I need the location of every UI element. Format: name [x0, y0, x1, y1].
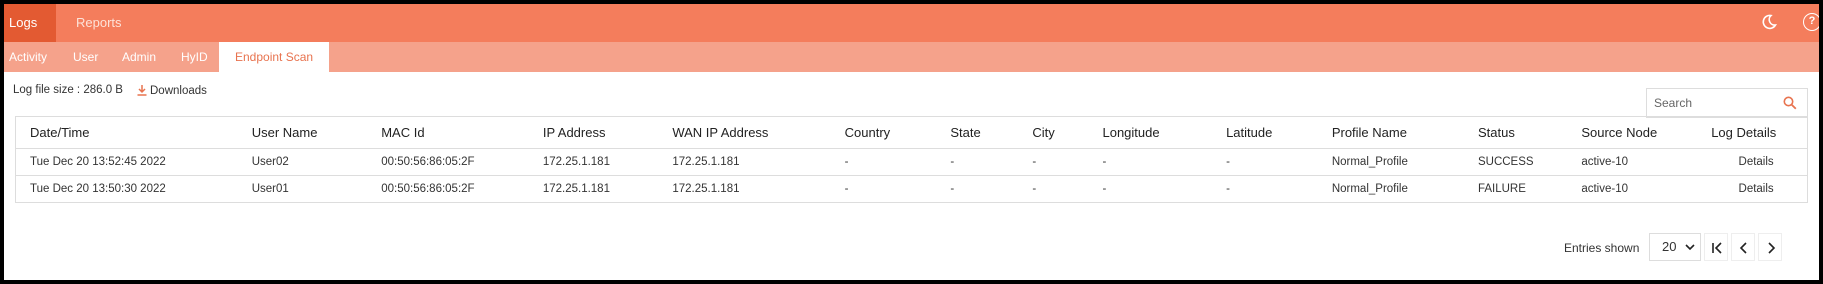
cell-user-name: User01	[237, 175, 368, 203]
cell-longitude: -	[1088, 148, 1213, 176]
table-header-row: Date/Time User Name MAC Id IP Address WA…	[15, 116, 1808, 149]
entries-shown-label: Entries shown	[1564, 241, 1640, 255]
entries-select[interactable]: 20	[1649, 233, 1701, 261]
subtab-endpoint-scan[interactable]: Endpoint Scan	[219, 42, 330, 72]
first-page-icon	[1712, 242, 1722, 254]
cell-mac-id: 00:50:56:86:05:2F	[367, 175, 529, 203]
cell-state: -	[936, 148, 1019, 176]
top-nav-bar: Logs Reports ?	[4, 4, 1819, 42]
cell-source-node: active-10	[1567, 175, 1706, 203]
cell-city: -	[1018, 175, 1089, 203]
app-frame: Logs Reports ? Activity User Admin HyID …	[4, 4, 1819, 280]
sub-nav-bar: Activity User Admin HyID Endpoint Scan	[4, 42, 1819, 72]
cell-latitude: -	[1212, 148, 1318, 176]
subtab-activity[interactable]: Activity	[9, 42, 47, 72]
cell-source-node: active-10	[1567, 148, 1706, 176]
first-page-button[interactable]	[1704, 233, 1728, 261]
downloads-button[interactable]: Downloads	[136, 84, 207, 97]
table-row[interactable]: Tue Dec 20 13:50:30 2022 User01 00:50:56:8…	[15, 175, 1808, 203]
cell-state: -	[936, 175, 1019, 203]
col-log-details[interactable]: Log Details	[1705, 116, 1808, 149]
col-ip-address[interactable]: IP Address	[528, 116, 659, 149]
cell-country: -	[830, 175, 937, 203]
tab-reports[interactable]: Reports	[76, 4, 122, 42]
col-wan-ip-address[interactable]: WAN IP Address	[658, 116, 831, 149]
cell-profile-name: Normal_Profile	[1317, 148, 1464, 176]
cell-profile-name: Normal_Profile	[1317, 175, 1464, 203]
downloads-label: Downloads	[150, 85, 207, 97]
download-icon	[137, 85, 147, 96]
chevron-down-icon	[1685, 244, 1695, 251]
moon-icon[interactable]	[1761, 14, 1777, 30]
next-page-button[interactable]	[1758, 233, 1782, 261]
col-source-node[interactable]: Source Node	[1567, 116, 1706, 149]
col-status[interactable]: Status	[1463, 116, 1568, 149]
search-icon[interactable]	[1783, 96, 1797, 110]
help-icon[interactable]: ?	[1803, 13, 1819, 31]
chevron-right-icon	[1768, 242, 1776, 254]
cell-longitude: -	[1088, 175, 1213, 203]
col-datetime[interactable]: Date/Time	[15, 116, 238, 149]
col-mac-id[interactable]: MAC Id	[367, 116, 529, 149]
search-input[interactable]	[1647, 89, 1767, 117]
cell-ip-address: 172.25.1.181	[528, 148, 659, 176]
cell-datetime: Tue Dec 20 13:52:45 2022	[15, 148, 238, 176]
col-user-name[interactable]: User Name	[237, 116, 368, 149]
cell-mac-id: 00:50:56:86:05:2F	[367, 148, 529, 176]
cell-city: -	[1018, 148, 1089, 176]
endpoint-scan-table: Date/Time User Name MAC Id IP Address WA…	[15, 116, 1808, 203]
table-row[interactable]: Tue Dec 20 13:52:45 2022 User02 00:50:56:8…	[15, 148, 1808, 176]
col-longitude[interactable]: Longitude	[1088, 116, 1213, 149]
chevron-left-icon	[1739, 242, 1747, 254]
search-box	[1646, 88, 1808, 118]
cell-latitude: -	[1212, 175, 1318, 203]
subtab-user[interactable]: User	[73, 42, 98, 72]
cell-ip-address: 172.25.1.181	[528, 175, 659, 203]
cell-wan-ip-address: 172.25.1.181	[658, 175, 831, 203]
cell-wan-ip-address: 172.25.1.181	[658, 148, 831, 176]
col-profile-name[interactable]: Profile Name	[1317, 116, 1464, 149]
col-city[interactable]: City	[1018, 116, 1089, 149]
subtab-admin[interactable]: Admin	[122, 42, 156, 72]
cell-datetime: Tue Dec 20 13:50:30 2022	[15, 175, 238, 203]
cell-user-name: User02	[237, 148, 368, 176]
details-link[interactable]: Details	[1705, 175, 1808, 203]
log-file-size: Log file size : 286.0 B	[13, 84, 123, 96]
previous-page-button[interactable]	[1731, 233, 1755, 261]
cell-status: SUCCESS	[1463, 148, 1568, 176]
col-latitude[interactable]: Latitude	[1212, 116, 1318, 149]
col-country[interactable]: Country	[830, 116, 937, 149]
tab-logs[interactable]: Logs	[4, 4, 56, 42]
entries-value: 20	[1662, 239, 1677, 254]
table-body: Tue Dec 20 13:52:45 2022 User02 00:50:56:8…	[15, 148, 1808, 203]
cell-country: -	[830, 148, 937, 176]
details-link[interactable]: Details	[1705, 148, 1808, 176]
subtab-hyid[interactable]: HyID	[181, 42, 208, 72]
cell-status: FAILURE	[1463, 175, 1568, 203]
col-state[interactable]: State	[936, 116, 1019, 149]
